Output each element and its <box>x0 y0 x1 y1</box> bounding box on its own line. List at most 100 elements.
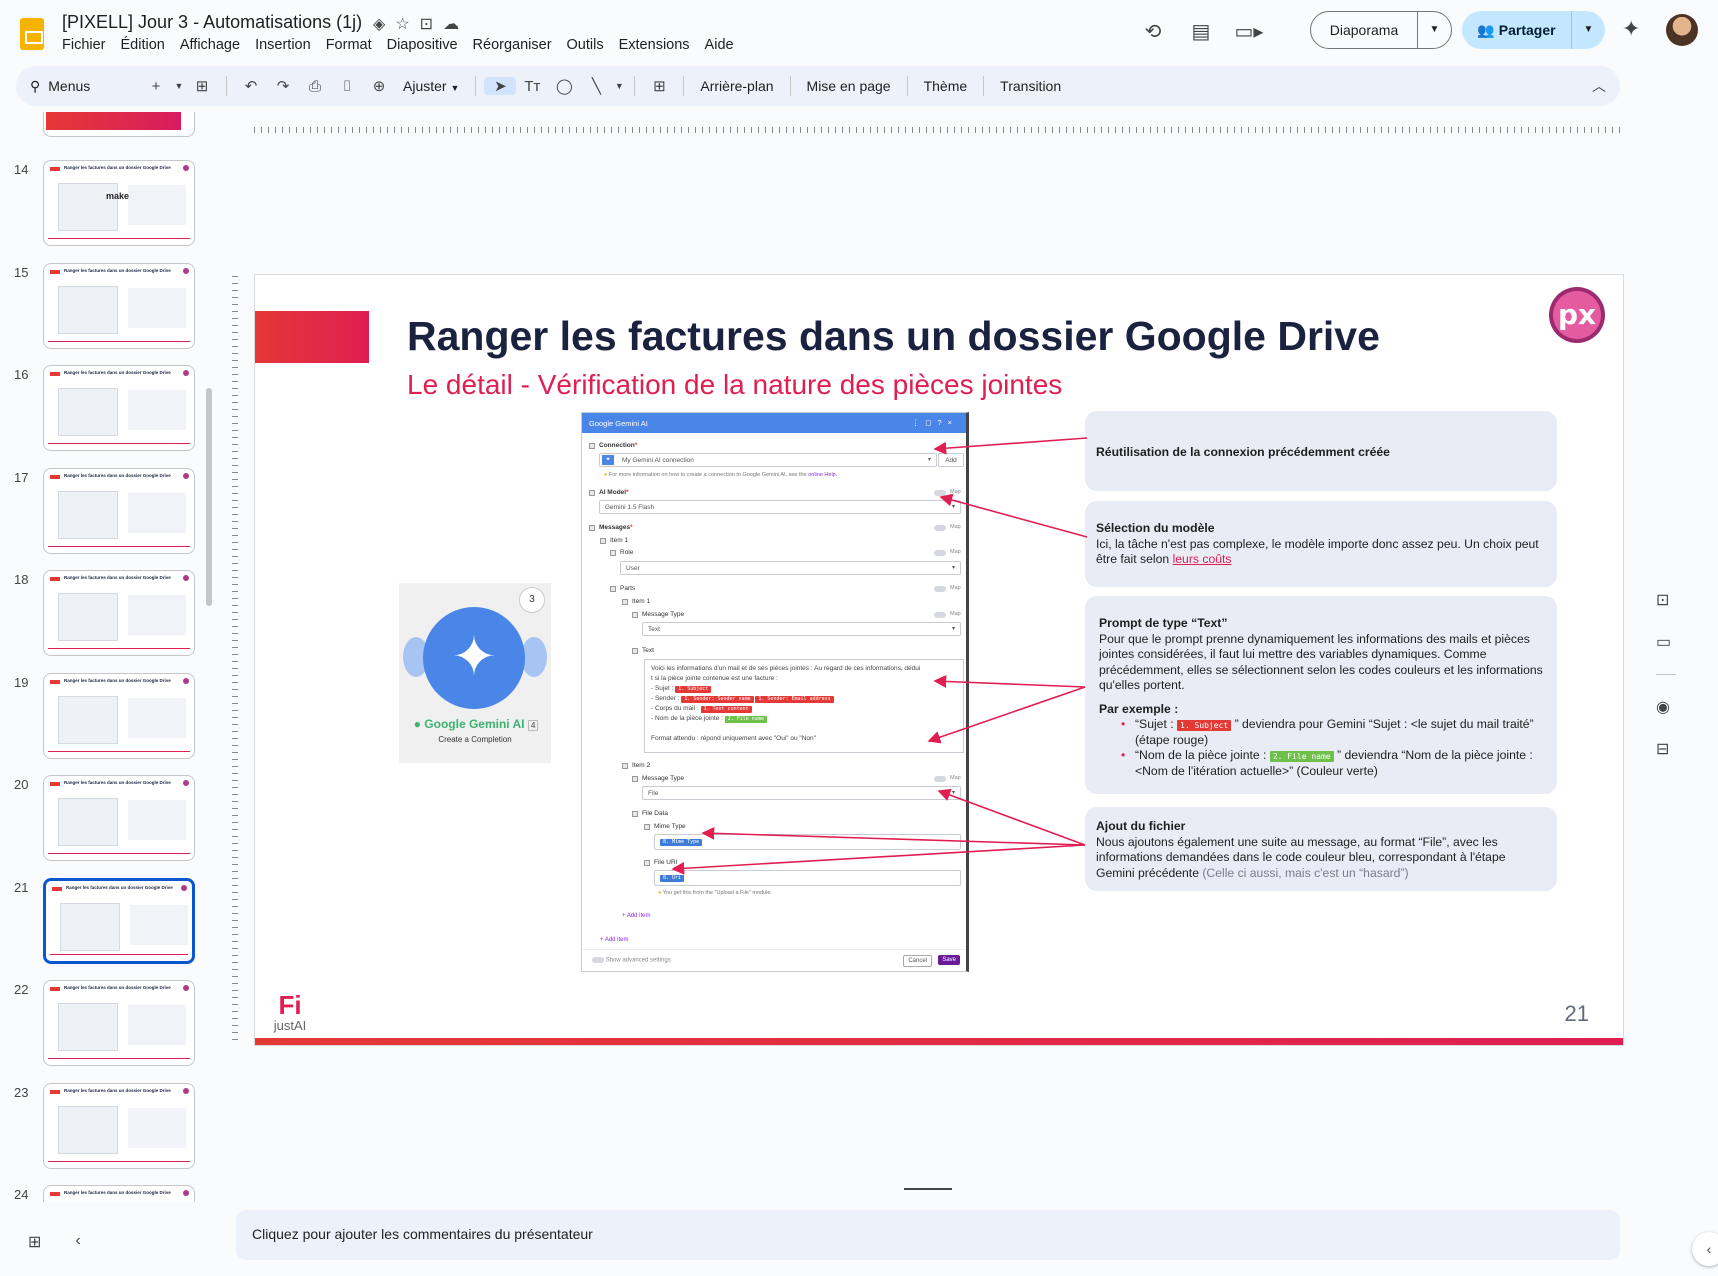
part-item1-label: Item 1 <box>632 598 651 605</box>
slide-thumbnail[interactable]: Ranger les factures dans un dossier Goog… <box>43 980 195 1066</box>
slideshow-button[interactable]: Diaporama ▼ <box>1310 11 1452 49</box>
gemini-module-card[interactable]: ✦ 3 ● Google Gemini AI 4 Create a Comple… <box>399 583 551 763</box>
slide-thumbnail[interactable]: Ranger les factures dans un dossier Goog… <box>43 365 195 451</box>
speaker-notes[interactable]: Cliquez pour ajouter les commentaires du… <box>236 1210 1620 1260</box>
menu-edit[interactable]: Édition <box>121 37 165 53</box>
avatar[interactable] <box>1666 14 1698 46</box>
slide-thumbnail[interactable]: Ranger les factures dans un dossier Goog… <box>43 160 195 246</box>
menu-tools[interactable]: Outils <box>567 37 604 53</box>
print-icon[interactable]: ⎙ <box>299 78 331 95</box>
slide-thumbnail[interactable]: Ranger les factures dans un dossier Goog… <box>43 262 195 349</box>
star-icon[interactable]: ☆ <box>395 14 409 34</box>
menu-extensions[interactable]: Extensions <box>619 37 690 53</box>
document-title[interactable]: [PIXELL] Jour 3 - Automatisations (1j) <box>62 12 362 33</box>
slide-thumbnail[interactable]: Ranger les factures dans un dossier Goog… <box>43 1185 195 1202</box>
slide-thumbnail-row: 21 Ranger les factures dans un dossier Go… <box>0 877 236 968</box>
thumb-title: Ranger les factures dans un dossier Goog… <box>64 1087 171 1093</box>
comments-icon[interactable]: ▤ <box>1183 13 1219 49</box>
slide-number: 24 <box>14 1187 29 1202</box>
transition-button[interactable]: Transition <box>992 78 1069 94</box>
thumb-footer-line <box>48 545 190 547</box>
thumb-accent <box>50 679 60 684</box>
cloud-saved-icon[interactable]: ☁ <box>443 14 459 34</box>
drive-folder-icon[interactable]: ▭ <box>1656 632 1676 652</box>
text-box-icon[interactable]: Tт <box>516 78 548 95</box>
meet-icon[interactable]: ▭▸ <box>1231 13 1267 49</box>
slideshow-label[interactable]: Diaporama <box>1311 12 1418 48</box>
menu-file[interactable]: Fichier <box>62 37 106 53</box>
slide-thumbnail[interactable]: Ranger les factures dans un dossier Goog… <box>43 570 195 656</box>
menu-insert[interactable]: Insertion <box>255 37 311 53</box>
record-icon[interactable]: ◉ <box>1656 697 1676 717</box>
security-icon[interactable]: ◈ <box>373 14 385 34</box>
select-cursor-icon[interactable]: ➤ <box>484 77 517 95</box>
example2-prefix: “Nom de la pièce jointe : <box>1135 748 1267 762</box>
camera-icon[interactable]: ⊟ <box>1656 739 1676 759</box>
new-slide-icon[interactable]: + <box>140 78 172 95</box>
message-type-select: Text <box>642 622 961 636</box>
collapse-filmstrip-icon[interactable]: ‹ <box>75 1232 80 1252</box>
zoom-select[interactable]: Ajuster ▼ <box>395 78 467 94</box>
filmstrip-scrollbar[interactable] <box>206 388 212 606</box>
menu-help[interactable]: Aide <box>705 37 734 53</box>
slides-logo[interactable] <box>20 18 44 50</box>
gemini-sparkle-icon: ✦ <box>451 627 497 687</box>
callout-text-prompt[interactable]: Prompt de type “Text” Pour que le prompt… <box>1085 596 1557 794</box>
chevron-down-icon[interactable]: ▼ <box>1572 11 1605 49</box>
undo-icon[interactable]: ↶ <box>235 77 267 95</box>
share-button[interactable]: 👥 Partager ▼ <box>1462 11 1605 49</box>
slide-thumbnail[interactable]: Ranger les factures dans un dossier Goog… <box>43 775 195 861</box>
keep-notes-icon[interactable]: ⊡ <box>1656 590 1676 610</box>
zoom-icon[interactable]: ⊕ <box>363 77 395 95</box>
import-slide-icon[interactable]: ⊞ <box>186 77 218 95</box>
collapse-toolbar-icon[interactable]: ︿ <box>1592 76 1606 96</box>
slide-thumbnail[interactable]: Ranger les factures dans un dossier Goog… <box>43 1082 195 1169</box>
slide-subtitle[interactable]: Le détail - Vérification de la nature de… <box>407 369 1062 401</box>
slide-thumbnail[interactable]: Ranger les factures dans un dossier Goog… <box>43 672 195 759</box>
share-label[interactable]: 👥 Partager <box>1462 11 1572 49</box>
model-costs-link[interactable]: leurs coûts <box>1173 552 1232 566</box>
horizontal-ruler[interactable] <box>254 120 1620 134</box>
thumb-accent <box>50 1089 60 1094</box>
collapse-checkbox <box>632 776 638 782</box>
background-button[interactable]: Arrière-plan <box>692 78 781 94</box>
slide-thumbnail-13[interactable] <box>43 112 195 137</box>
slide-thumbnail[interactable]: Ranger les factures dans un dossier Goog… <box>43 877 195 964</box>
callout-model-selection[interactable]: Sélection du modèle Ici, la tâche n'est … <box>1085 501 1557 587</box>
slide-title[interactable]: Ranger les factures dans un dossier Goog… <box>407 313 1380 360</box>
connection-label-text: Connection <box>599 442 635 449</box>
vertical-ruler[interactable] <box>228 276 238 1046</box>
callout-reuse-connection[interactable]: Réutilisation de la connexion précédemme… <box>1085 411 1557 491</box>
menu-format[interactable]: Format <box>326 37 372 53</box>
notes-resize-handle[interactable] <box>904 1188 952 1190</box>
slide-canvas[interactable]: Ranger les factures dans un dossier Goog… <box>254 274 1624 1046</box>
toolbar-divider <box>906 76 908 96</box>
expand-side-panel-icon[interactable]: ‹ <box>1692 1232 1718 1266</box>
callout-file-addition[interactable]: Ajout du fichier Nous ajoutons également… <box>1085 807 1557 891</box>
gemini-sparkle-icon[interactable]: ✦ <box>1622 16 1640 42</box>
menu-view[interactable]: Affichage <box>180 37 240 53</box>
slide-number: 20 <box>14 777 29 792</box>
paint-format-icon[interactable]: ⌷ <box>331 78 363 95</box>
menu-slide[interactable]: Diapositive <box>387 37 458 53</box>
slide-thumbnail-row: 17 Ranger les factures dans un dossier Go… <box>0 467 236 558</box>
callout-model-title: Sélection du modèle <box>1096 521 1215 535</box>
grid-view-icon[interactable]: ⊞ <box>28 1232 41 1252</box>
filmstrip[interactable]: 14 Ranger les factures dans un dossier Go… <box>0 112 236 1202</box>
history-icon[interactable]: ⟲ <box>1135 13 1171 49</box>
line-icon[interactable]: ╲ <box>580 77 612 95</box>
menu-arrange[interactable]: Réorganiser <box>473 37 552 53</box>
slide-thumbnail[interactable]: Ranger les factures dans un dossier Goog… <box>43 467 195 554</box>
redo-icon[interactable]: ↷ <box>267 77 299 95</box>
chevron-down-icon[interactable]: ▼ <box>612 81 626 91</box>
add-comment-icon[interactable]: ⊞ <box>643 77 675 95</box>
shape-icon[interactable]: ◯ <box>548 77 580 95</box>
menus-search[interactable]: ⚲ Menus <box>30 78 140 95</box>
add-item-outer: + Add item <box>600 937 629 943</box>
chevron-down-icon[interactable]: ▼ <box>1418 12 1451 48</box>
theme-button[interactable]: Thème <box>916 78 976 94</box>
move-folder-icon[interactable]: ⊡ <box>420 14 433 34</box>
layout-button[interactable]: Mise en page <box>799 78 899 94</box>
map-label: Map <box>950 775 961 781</box>
chevron-down-icon[interactable]: ▼ <box>172 81 186 91</box>
